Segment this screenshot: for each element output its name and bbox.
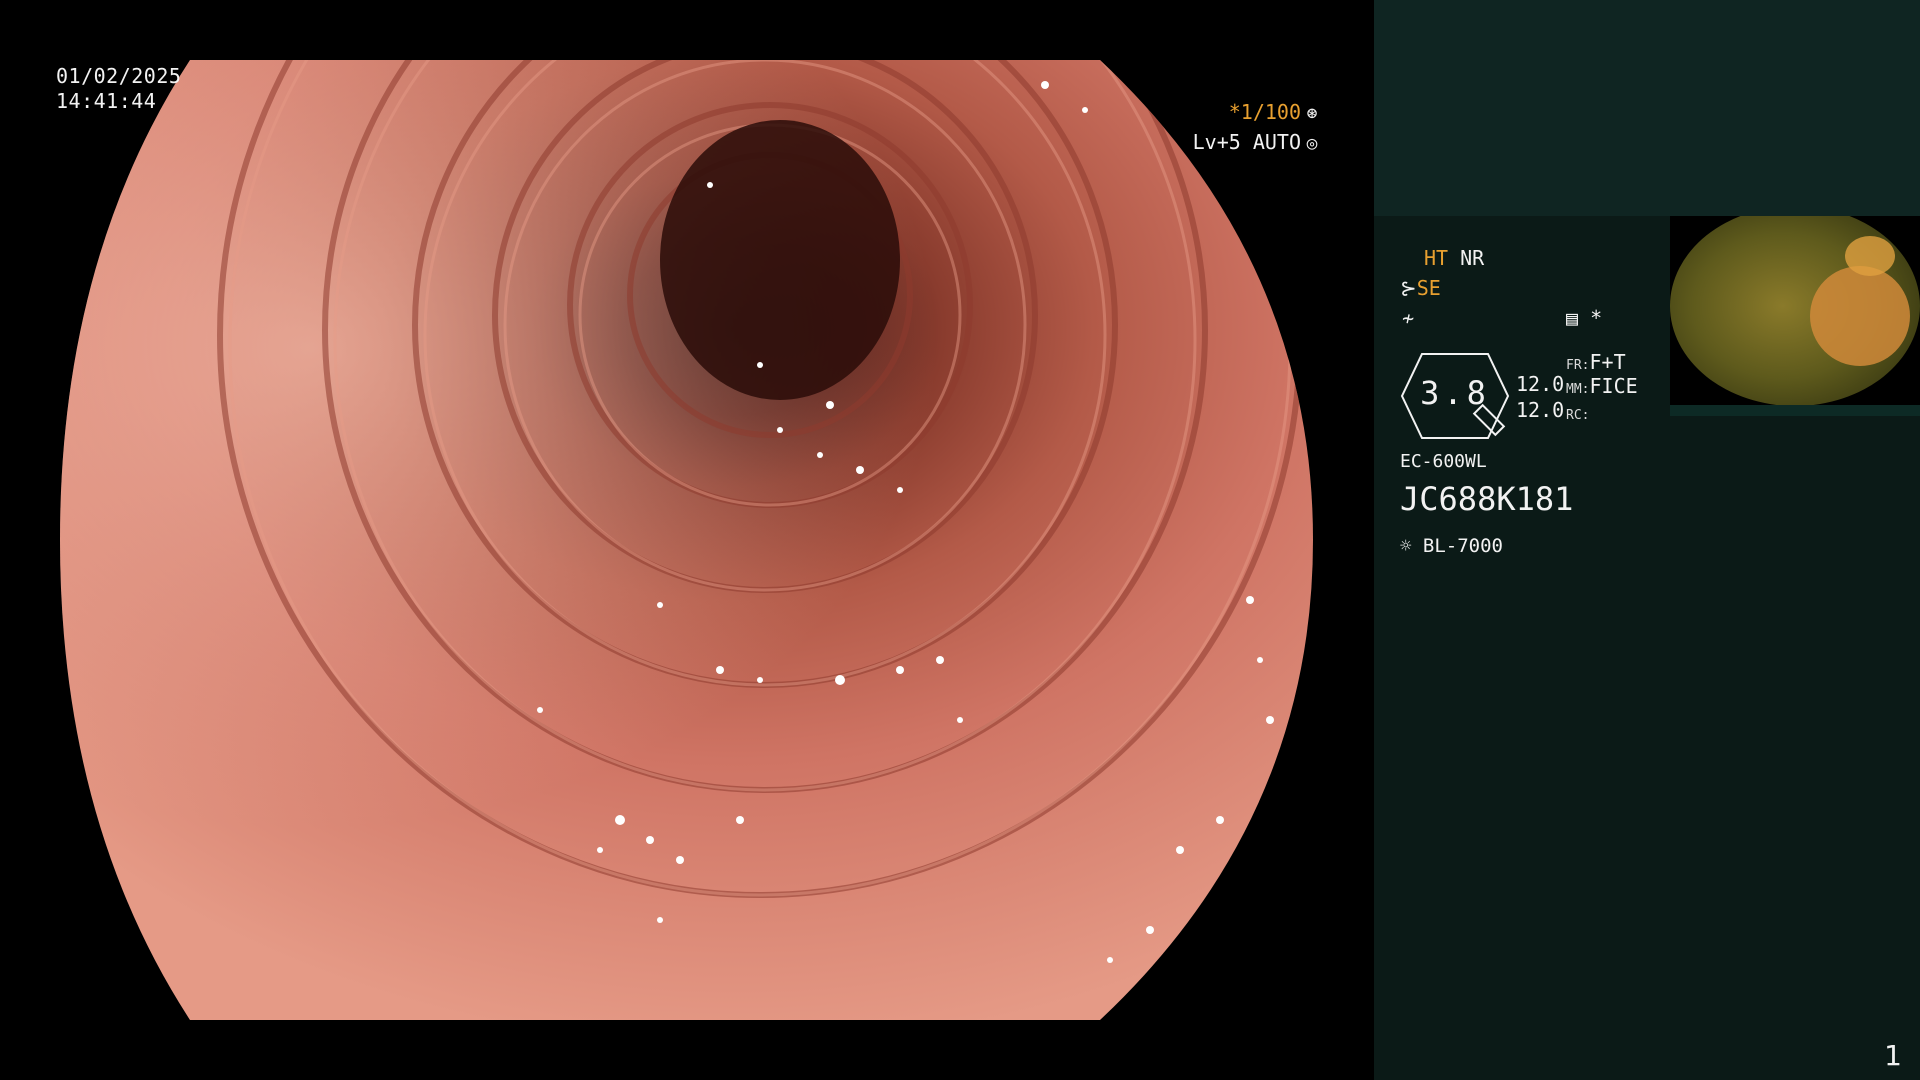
settings-list-icon: ▤ (1566, 306, 1579, 330)
scope-model: EC-600WL (1400, 451, 1487, 472)
thumbnail-caption-bar (1670, 405, 1920, 416)
thumbnail-image (1670, 216, 1920, 416)
value-bottom: 12.0 (1516, 398, 1565, 422)
nr-indicator: NR (1460, 246, 1485, 270)
ht-nr-row: HT NR (1424, 246, 1484, 270)
frame-index: 1 (1884, 1039, 1902, 1072)
level-row: Lv+5 AUTO ◎ (1193, 128, 1321, 158)
star-indicator: * (1590, 306, 1603, 330)
shutter-row: *1/100 ⊛ (1193, 98, 1321, 128)
thumbnail-graphic (1670, 216, 1920, 406)
magnification-value: 3.8 (1420, 374, 1490, 412)
endoscope-image (60, 60, 1313, 1020)
ht-indicator: HT (1424, 246, 1449, 270)
fr-label: FR: (1566, 358, 1590, 373)
settings-row: ▤ * (1566, 306, 1602, 330)
aperture-icon: ⊛ (1306, 103, 1318, 124)
rc-label: RC: (1566, 408, 1590, 423)
iris-icon: ◎ (1306, 133, 1318, 154)
date-time-overlay: 01/02/2025 14:41:44 (56, 64, 181, 114)
mm-row: MM:FICE (1566, 374, 1638, 402)
light-source-model: BL-7000 (1422, 535, 1503, 557)
time-text: 14:41:44 (56, 89, 157, 113)
rc-row: RC: (1566, 400, 1589, 428)
se-indicator: SE (1416, 276, 1441, 300)
f-mode-icon: ≁ (1402, 306, 1415, 330)
date-text: 01/02/2025 (56, 64, 182, 88)
enhance-icon: ⊱ (1400, 276, 1417, 300)
fr-value: F+T (1589, 350, 1626, 374)
light-source-icon: ☼ (1400, 535, 1412, 557)
scope-serial: JC688K181 (1400, 480, 1574, 518)
value-top: 12.0 (1516, 372, 1565, 396)
exposure-overlay: *1/100 ⊛ Lv+5 AUTO ◎ (1193, 98, 1321, 158)
panel-header-area (1374, 0, 1920, 216)
brightness-level: Lv+5 AUTO (1192, 130, 1301, 154)
endoscope-main-view (60, 60, 1313, 1020)
light-source-row: ☼ BL-7000 (1400, 534, 1503, 558)
shutter-speed: *1/100 (1228, 100, 1301, 124)
mm-label: MM: (1566, 382, 1590, 397)
se-row: ⊱SE (1400, 276, 1441, 300)
mm-value: FICE (1589, 374, 1638, 398)
